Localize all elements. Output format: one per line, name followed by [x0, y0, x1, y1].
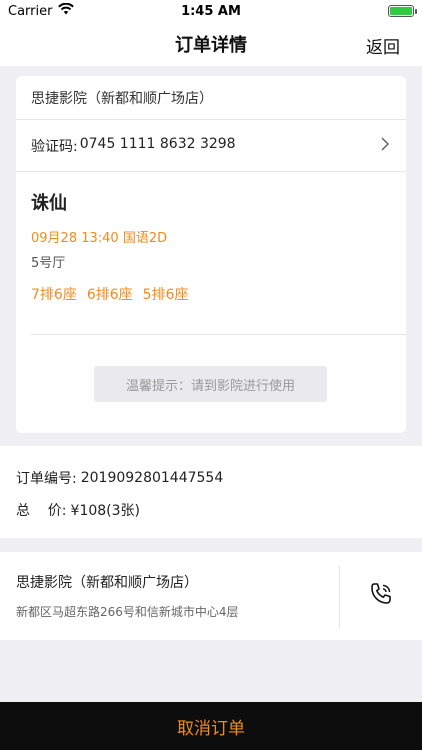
hall-name: 5号厅: [31, 256, 66, 271]
order-info-section: 订单编号: 2019092801447554 总 价: ¥108(3张): [0, 446, 422, 538]
usage-tip: 温馨提示：请到影院进行使用: [94, 366, 327, 402]
chevron-right-icon: [379, 136, 391, 156]
address-detail: 新都区马超东路266号和信新城市中心4层: [16, 605, 239, 619]
back-button[interactable]: 返回: [366, 33, 400, 58]
wifi-icon: [58, 2, 75, 19]
seat-item: 7排6座: [31, 287, 77, 303]
seat-item: 5排6座: [142, 287, 189, 303]
total-price-value: ¥108(3张): [70, 503, 140, 519]
phone-icon: [368, 581, 394, 611]
address-cinema-name: 思捷影院（新都和顺广场店）: [16, 575, 198, 591]
status-bar: Carrier 1:45 AM: [0, 0, 422, 22]
cancel-order-button[interactable]: 取消订单: [0, 702, 422, 750]
verification-code-row[interactable]: 验证码: 0745 1111 8632 3298: [16, 120, 406, 172]
ticket-cinema-name: 思捷影院（新都和顺广场店）: [16, 76, 406, 120]
call-cinema-button[interactable]: [340, 552, 422, 640]
total-price-label: 总 价:: [16, 503, 67, 519]
ticket-card: 思捷影院（新都和顺广场店） 验证码: 0745 1111 8632 3298 诛…: [16, 76, 406, 433]
seat-list: 7排6座 6排6座 5排6座: [31, 284, 391, 304]
movie-title: 诛仙: [31, 193, 67, 214]
battery-icon: [388, 5, 417, 17]
nav-bar: 订单详情 返回: [0, 22, 422, 66]
showtime: 09月28 13:40 国语2D: [31, 231, 168, 246]
page-title: 订单详情: [175, 35, 247, 56]
seat-item: 6排6座: [86, 287, 133, 303]
divider: [31, 334, 406, 335]
cinema-address-section: 思捷影院（新都和顺广场店） 新都区马超东路266号和信新城市中心4层: [0, 552, 422, 640]
order-number-label: 订单编号:: [16, 471, 77, 487]
order-number-value: 2019092801447554: [80, 470, 224, 486]
verification-code-value: 0745 1111 8632 3298: [79, 135, 236, 152]
verification-code-label: 验证码:: [31, 138, 78, 155]
carrier-label: Carrier: [8, 3, 53, 19]
